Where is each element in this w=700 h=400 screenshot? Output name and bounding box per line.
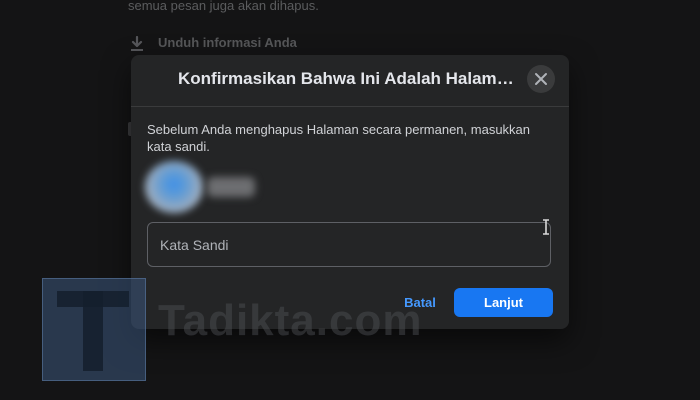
- avatar: [145, 161, 203, 213]
- confirm-page-dialog: Konfirmasikan Bahwa Ini Adalah Halaman A…: [131, 55, 569, 329]
- close-icon: [535, 73, 547, 85]
- text-cursor-icon: [543, 219, 549, 235]
- close-button[interactable]: [527, 65, 555, 93]
- continue-button[interactable]: Lanjut: [454, 288, 553, 317]
- page-profile: [145, 161, 257, 213]
- download-info-link[interactable]: Unduh informasi Anda: [158, 35, 297, 50]
- password-field[interactable]: [147, 222, 551, 267]
- background-text: semua pesan juga akan dihapus.: [128, 0, 319, 13]
- password-input[interactable]: [148, 223, 550, 266]
- dialog-title: Konfirmasikan Bahwa Ini Adalah Halaman A…: [178, 69, 522, 88]
- watermark-text: Tadikta.com: [158, 296, 423, 345]
- watermark-logo: [42, 278, 146, 381]
- download-icon: [131, 36, 143, 51]
- screen: semua pesan juga akan dihapus. Unduh inf…: [0, 0, 700, 400]
- dialog-header: Konfirmasikan Bahwa Ini Adalah Halaman A…: [131, 55, 569, 107]
- dialog-description: Sebelum Anda menghapus Halaman secara pe…: [147, 122, 531, 154]
- blurred-page-name: [207, 177, 255, 197]
- watermark-letter-icon: [57, 291, 129, 371]
